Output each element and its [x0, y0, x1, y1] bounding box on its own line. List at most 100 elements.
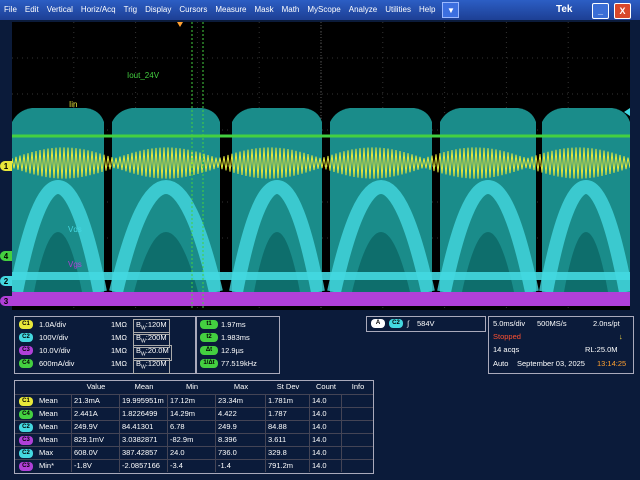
menu-item-display[interactable]: Display [141, 0, 175, 20]
cursor-row: 1/Δt 77.519kHz [197, 357, 279, 370]
minimize-button[interactable]: _ [592, 3, 609, 19]
menu-item-edit[interactable]: Edit [21, 0, 43, 20]
measurement-info [341, 434, 373, 446]
measurement-channel-badge: C3 [19, 436, 33, 445]
bandwidth-icon: BW: [136, 333, 148, 345]
menu-item-horiz-acq[interactable]: Horiz/Acq [77, 0, 120, 20]
measurement-value: 249.9V [71, 421, 119, 433]
vds-baseline [12, 272, 630, 280]
cursor-row: t2 1.983ms [197, 331, 279, 344]
waveform-display[interactable]: Iout_24V Iin Vds Vgs [12, 22, 630, 310]
measurement-name: Max [39, 448, 54, 457]
channel-badge: C2 [19, 333, 33, 342]
trace-label-iout: Iout_24V [127, 71, 160, 80]
trigger-mode: Auto [493, 359, 509, 368]
record-length: RL:25.0M [585, 345, 618, 354]
cursor-badge: 1/Δt [200, 359, 218, 368]
cursor-row: t1 1.97ms [197, 318, 279, 331]
cursor-readout-panel[interactable]: t1 1.97ms t2 1.983ms Δt 12.9µs 1/Δt 77.519kHz [196, 316, 280, 374]
channel-impedance: 1MΩ [111, 320, 128, 329]
channel-row[interactable]: C2 100V/div 1MΩ BW:200M [15, 331, 195, 348]
acquisition-time: 13:14:25 [597, 359, 627, 368]
measurement-row[interactable]: C1 Mean 21.3mA 19.995951m 17.12m 23.34m 1.781m… [15, 394, 373, 407]
measurement-row[interactable]: C4 Mean 2.441A 1.8226499 14.29m 4.422 1.787 14.… [15, 407, 373, 420]
bandwidth-icon: BW: [136, 320, 148, 332]
menu-bar: File Edit Vertical Horiz/Acq Trig Display Curs… [0, 0, 640, 20]
measurement-row[interactable]: C3 Min* -1.8V -2.0857166 -3.4 -1.4 791.2m 14.0 [15, 459, 373, 472]
bandwidth-value: 120M [147, 359, 167, 368]
measurement-channel-badge: C3 [19, 462, 33, 471]
ch4-ground-marker[interactable]: 4 [0, 251, 12, 261]
menu-item-utilities[interactable]: Utilities [381, 0, 415, 20]
measurement-mean: 19.995951m [119, 395, 167, 407]
measurement-stdev: 791.2m [265, 460, 309, 472]
channel-settings-panel[interactable]: C1 1.0A/div 1MΩ BW:120M C2 100V/div 1MΩ BW:200M… [14, 316, 196, 374]
bandwidth-value: 120M [147, 320, 167, 329]
stopped-arrow-icon: ↓ [619, 332, 623, 341]
trigger-level: 584V [417, 319, 435, 328]
measurement-table[interactable]: Value Mean Min Max St Dev Count Info C1 Mean 21.3… [14, 380, 374, 474]
measurement-count: 14.0 [309, 460, 341, 472]
measurement-channel-badge: C4 [19, 410, 33, 419]
measurement-header: Mean [134, 382, 154, 391]
measurement-row[interactable]: C2 Mean 249.9V 84.41301 6.78 249.9 84.88 14.0 [15, 420, 373, 433]
acquisition-panel[interactable]: 5.0ms/div 500MS/s 2.0ns/pt Stopped ↓ 14 … [488, 316, 634, 374]
brand-logo: Tek [556, 4, 573, 15]
measurement-name: Mean [39, 422, 58, 431]
menu-item-mask[interactable]: Mask [250, 0, 277, 20]
measurement-mean: 84.41301 [119, 421, 167, 433]
measurement-channel-badge: C2 [19, 449, 33, 458]
channel-badge: C3 [19, 346, 33, 355]
measurement-row[interactable]: C2 Max 608.0V 387.42857 24.0 736.0 329.8 14.0 [15, 446, 373, 459]
ch1-ground-marker[interactable]: 1 [0, 161, 12, 171]
measurement-name: Mean [39, 409, 58, 418]
channel-badge: C1 [19, 320, 33, 329]
measurement-channel-badge: C1 [19, 397, 33, 406]
measurement-max: 736.0 [215, 447, 265, 459]
cursor-value: 12.9µs [221, 346, 244, 355]
channel-scale: 600mA/div [39, 359, 75, 368]
menu-item-math[interactable]: Math [278, 0, 304, 20]
channel-row[interactable]: C1 1.0A/div 1MΩ BW:120M [15, 318, 195, 335]
measurement-header: Max [233, 382, 249, 391]
measurement-max: 8.396 [215, 434, 265, 446]
trace-label-vds: Vds [68, 225, 82, 234]
measurement-stdev: 3.611 [265, 434, 309, 446]
chevron-down-icon[interactable]: ▼ [442, 2, 460, 18]
channel-row[interactable]: C3 10.0V/div 1MΩ BW:20.0M [15, 344, 195, 361]
measurement-mean: 387.42857 [119, 447, 167, 459]
acquisition-count: 14 acqs [493, 345, 520, 354]
measurement-info [341, 395, 373, 407]
menu-item-measure[interactable]: Measure [211, 0, 250, 20]
ch3-ground-marker[interactable]: 3 [0, 296, 12, 306]
menu-item-myscope[interactable]: MyScope [303, 0, 344, 20]
measurement-header: Info [351, 382, 365, 391]
channel-row[interactable]: C4 600mA/div 1MΩ BW:120M [15, 357, 195, 374]
menu-item-trig[interactable]: Trig [120, 0, 141, 20]
menu-item-cursors[interactable]: Cursors [175, 0, 211, 20]
measurement-header: St Dev [276, 382, 300, 391]
menu-item-vertical[interactable]: Vertical [43, 0, 77, 20]
channel-scale: 1.0A/div [39, 320, 67, 329]
menu-item-file[interactable]: File [0, 0, 21, 20]
measurement-min: -3.4 [167, 460, 215, 472]
measurement-max: 23.34m [215, 395, 265, 407]
ch2-ground-marker[interactable]: 2 [0, 276, 12, 286]
cursor-badge: Δt [200, 346, 218, 355]
measurement-mean: 1.8226499 [119, 408, 167, 420]
measurement-count: 14.0 [309, 447, 341, 459]
menu-item-analyze[interactable]: Analyze [345, 0, 381, 20]
measurement-channel-badge: C2 [19, 423, 33, 432]
waveform-graph [12, 22, 630, 310]
trigger-slope-icon: ∫ [407, 319, 410, 328]
measurement-row[interactable]: C3 Mean 829.1mV 3.0382871 -82.9m 8.396 3.611 14… [15, 433, 373, 446]
measurement-max: 4.422 [215, 408, 265, 420]
cursor-row: Δt 12.9µs [197, 344, 279, 357]
menu-item-help[interactable]: Help [415, 0, 439, 20]
measurement-name: Mean [39, 396, 58, 405]
measurement-header: Value [86, 382, 106, 391]
measurement-header: Min [185, 382, 199, 391]
trigger-readout[interactable]: A C2 ∫ 584V [366, 316, 486, 332]
channel-badge: C4 [19, 359, 33, 368]
close-button[interactable]: X [614, 3, 631, 19]
